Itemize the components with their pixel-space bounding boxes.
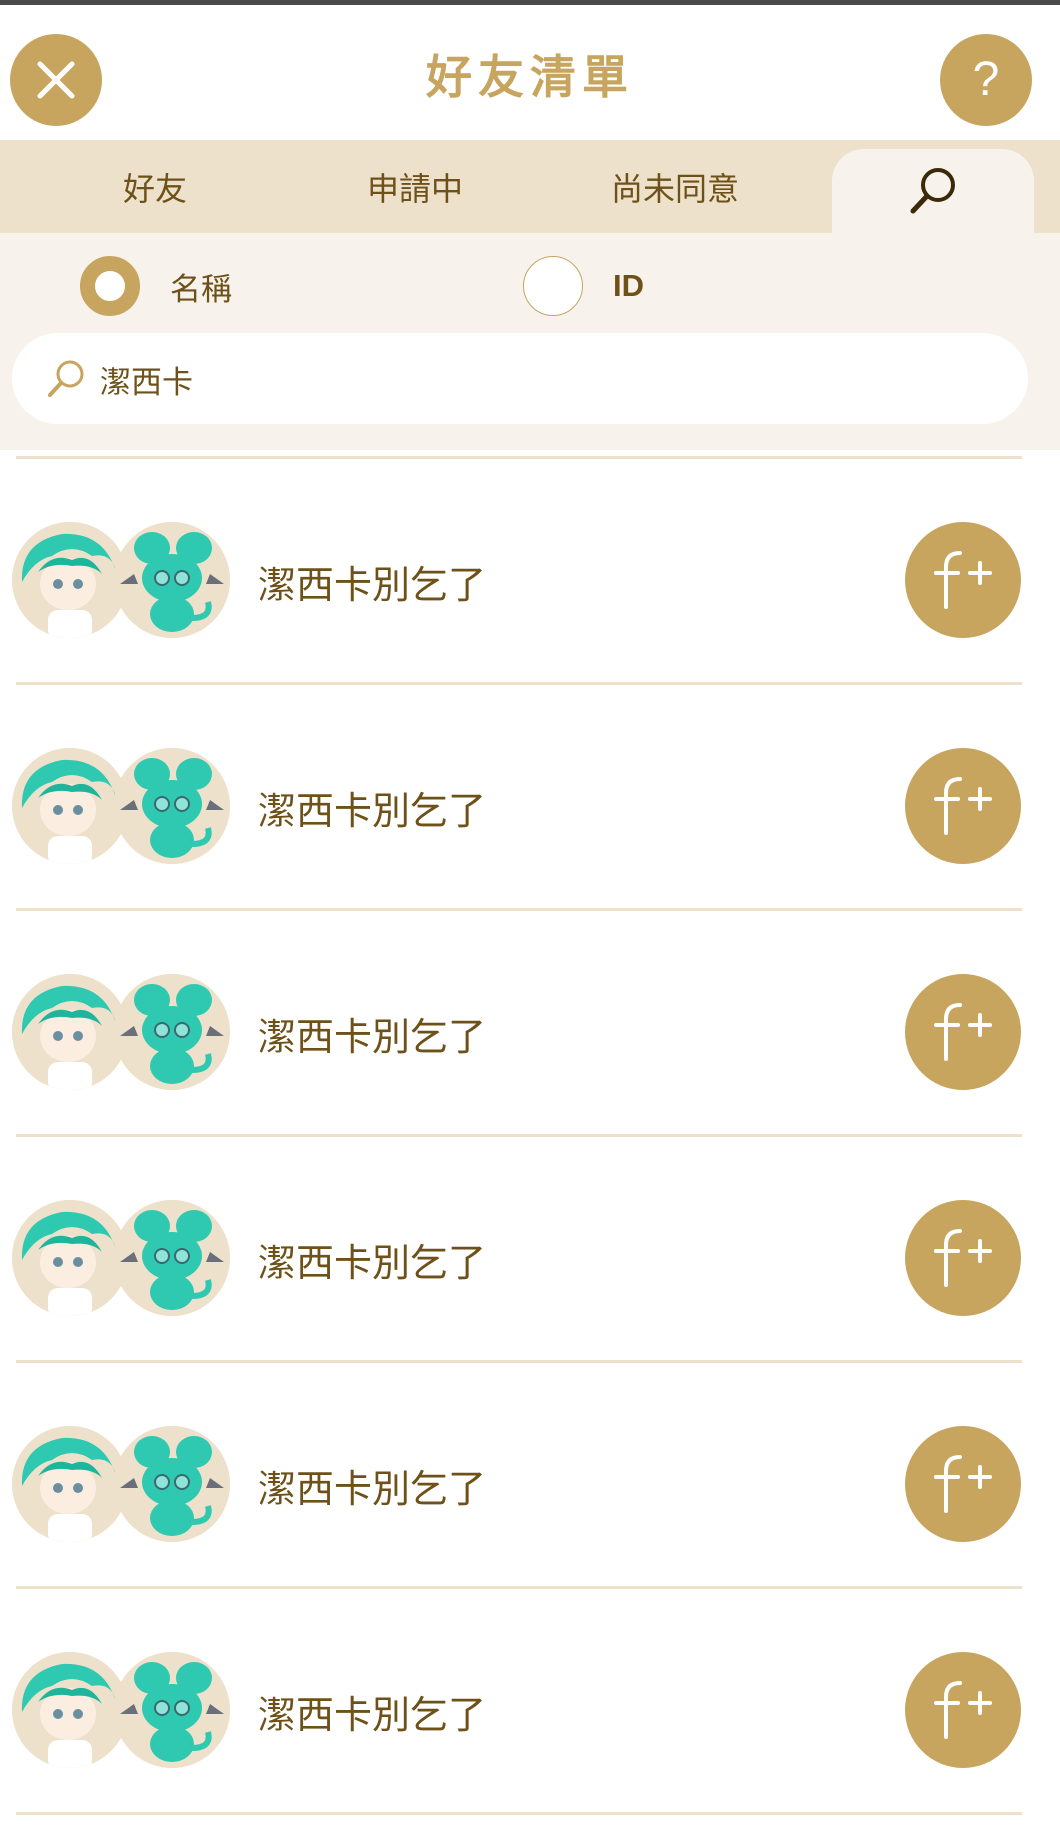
search-icon <box>48 360 84 397</box>
tab-not-accepted[interactable]: 尚未同意 <box>545 140 805 233</box>
user-name: 潔西卡別乞了 <box>258 1015 487 1059</box>
list-item[interactable]: 潔西卡別乞了 <box>0 1363 1060 1589</box>
user-name: 潔西卡別乞了 <box>258 1241 487 1285</box>
add-friend-icon <box>928 1449 998 1519</box>
radio-option-name[interactable]: 名稱 <box>80 255 232 317</box>
add-friend-button[interactable] <box>905 1200 1021 1316</box>
add-friend-icon <box>928 545 998 615</box>
tab-bar: 好友 申請中 尚未同意 <box>0 140 1060 233</box>
radio-label-name: 名稱 <box>170 271 232 308</box>
character-avatar <box>12 748 128 864</box>
help-icon: ? <box>972 53 1000 106</box>
user-name: 潔西卡別乞了 <box>258 789 487 833</box>
search-icon <box>910 168 955 214</box>
user-name: 潔西卡別乞了 <box>258 1467 487 1511</box>
pet-avatar <box>114 748 230 864</box>
add-friend-icon <box>928 997 998 1067</box>
list-item[interactable]: 潔西卡別乞了 <box>0 1589 1060 1815</box>
add-friend-button[interactable] <box>905 748 1021 864</box>
radio-label-id: ID <box>613 268 644 303</box>
pet-avatar <box>114 522 230 638</box>
character-avatar <box>12 974 128 1090</box>
search-field[interactable] <box>12 333 1028 426</box>
user-name: 潔西卡別乞了 <box>258 1693 487 1737</box>
add-friend-button[interactable] <box>905 974 1021 1090</box>
add-friend-icon <box>928 1675 998 1745</box>
character-avatar <box>12 522 128 638</box>
search-panel: 名稱 ID <box>0 233 1060 450</box>
list-item[interactable]: 潔西卡別乞了 <box>0 459 1060 685</box>
page-title: 好友清單 <box>426 50 634 104</box>
pet-avatar <box>114 1200 230 1316</box>
pet-avatar <box>114 1426 230 1542</box>
character-avatar <box>12 1652 128 1768</box>
tab-pending[interactable]: 申請中 <box>285 140 545 233</box>
radio-option-id[interactable]: ID <box>523 255 644 317</box>
add-friend-button[interactable] <box>905 522 1021 638</box>
tab-friends[interactable]: 好友 <box>0 140 310 233</box>
pet-avatar <box>114 1652 230 1768</box>
header: 好友清單 ? <box>0 5 1060 140</box>
list-item[interactable]: 潔西卡別乞了 <box>0 1137 1060 1363</box>
radio-unselected-icon[interactable] <box>523 256 583 316</box>
add-friend-button[interactable] <box>905 1426 1021 1542</box>
list-item[interactable]: 潔西卡別乞了 <box>0 685 1060 911</box>
character-avatar <box>12 1426 128 1542</box>
add-friend-icon <box>928 1223 998 1293</box>
radio-selected-icon[interactable] <box>80 256 140 316</box>
add-friend-icon <box>928 771 998 841</box>
add-friend-button[interactable] <box>905 1652 1021 1768</box>
pet-avatar <box>114 974 230 1090</box>
list-item[interactable]: 潔西卡別乞了 <box>0 911 1060 1137</box>
tab-search[interactable] <box>832 149 1034 233</box>
character-avatar <box>12 1200 128 1316</box>
list-divider <box>16 1812 1022 1815</box>
help-button[interactable]: ? <box>940 34 1032 126</box>
search-input[interactable] <box>98 333 982 426</box>
user-name: 潔西卡別乞了 <box>258 563 487 607</box>
